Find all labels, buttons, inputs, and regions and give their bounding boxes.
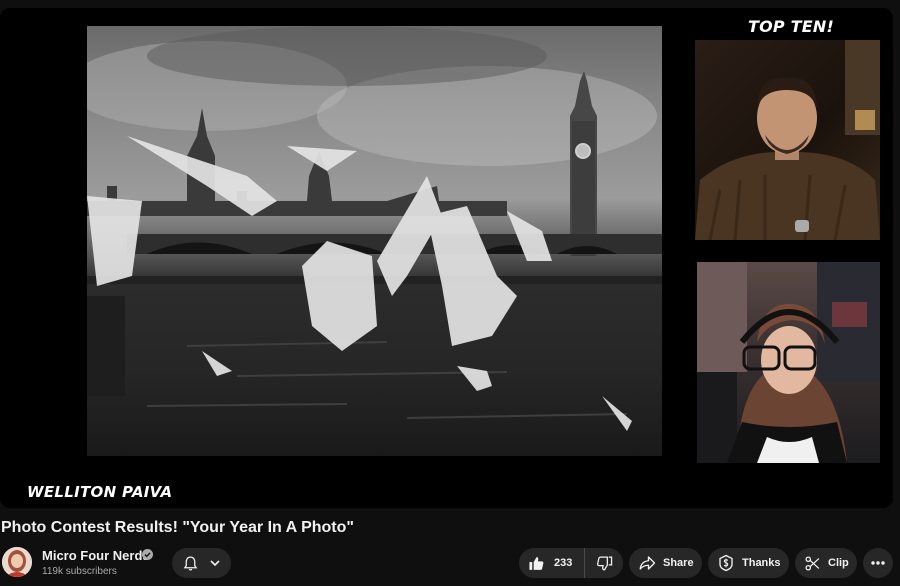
share-button[interactable]: Share [629,548,702,578]
photographer-name-overlay: WELLITON PAIVA [27,483,173,501]
thumbs-up-icon [529,556,544,570]
more-actions-button[interactable] [863,548,893,578]
thumbs-down-icon [596,555,612,571]
like-button[interactable]: 233 [519,548,585,578]
video-title: Photo Contest Results! "Your Year In A P… [1,519,354,536]
scissors-icon [805,555,820,571]
channel-name[interactable]: Micro Four Nerds [42,548,150,563]
clip-label: Clip [828,557,849,569]
share-arrow-icon [639,556,656,570]
clip-button[interactable]: Clip [795,548,857,578]
channel-avatar[interactable] [2,547,32,577]
thanks-dollar-icon [719,554,733,572]
host-webcam-2 [697,262,880,463]
thanks-label: Thanks [742,557,781,569]
like-count: 233 [554,557,573,569]
host-webcam-1 [695,40,880,240]
dislike-button[interactable] [585,548,623,578]
chevron-down-icon [210,560,220,567]
bell-icon [183,555,198,571]
like-dislike-group: 233 [519,548,623,578]
subscriber-count: 119k subscribers [42,566,117,577]
top-ten-overlay: TOP TEN! [748,17,834,36]
share-label: Share [663,557,694,569]
verified-check-icon [142,549,153,560]
thanks-button[interactable]: Thanks [708,548,789,578]
more-dots-icon [871,561,885,565]
notifications-button[interactable] [172,548,231,578]
video-player[interactable]: TOP TEN! WELLITON PAIVA [0,8,893,508]
featured-contest-photo [87,26,662,456]
